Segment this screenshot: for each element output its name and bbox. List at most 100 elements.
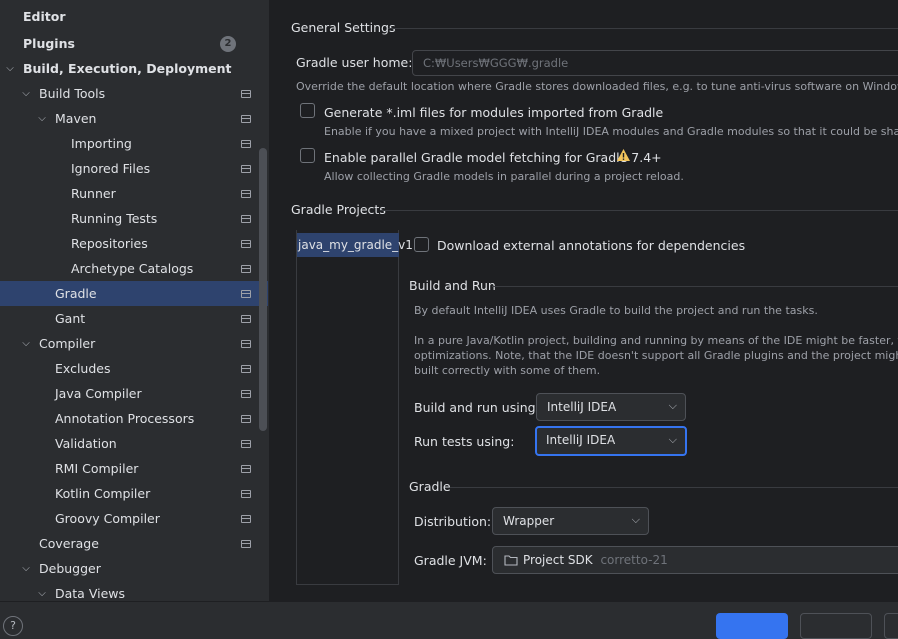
- chevron-down-icon[interactable]: ⌵: [20, 88, 32, 100]
- project-level-icon: [241, 439, 251, 448]
- project-level-icon: [241, 364, 251, 373]
- chevron-down-icon: ⌵: [631, 513, 640, 526]
- sidebar-item-annotation-processors[interactable]: Annotation Processors: [0, 406, 268, 431]
- parallel-fetching-checkbox[interactable]: [300, 148, 315, 163]
- sidebar-item-label: RMI Compiler: [55, 461, 139, 476]
- build-run-using-select[interactable]: IntelliJ IDEA ⌵: [536, 393, 686, 421]
- sidebar-item-ignored-files[interactable]: Ignored Files: [0, 156, 268, 181]
- section-divider: [380, 210, 898, 211]
- project-level-icon: [241, 139, 251, 148]
- sidebar-item-label: Excludes: [55, 361, 111, 376]
- sidebar-item-groovy-compiler[interactable]: Groovy Compiler: [0, 506, 268, 531]
- folder-icon: [504, 555, 518, 566]
- sidebar-item-repositories[interactable]: Repositories: [0, 231, 268, 256]
- sidebar-item-excludes[interactable]: Excludes: [0, 356, 268, 381]
- build-run-using-label: Build and run using:: [414, 400, 540, 415]
- gradle-user-home-hint: Override the default location where Grad…: [296, 80, 898, 93]
- sidebar-item-build-execution-deployment[interactable]: ⌵ Build, Execution, Deployment: [0, 56, 268, 81]
- section-divider: [450, 487, 898, 488]
- gradle-section-title: Gradle: [409, 479, 451, 494]
- distribution-value: Wrapper: [503, 514, 555, 528]
- sidebar-item-maven[interactable]: ⌵ Maven: [0, 106, 268, 131]
- sidebar-item-editor[interactable]: Editor: [0, 4, 268, 29]
- project-level-icon: [241, 164, 251, 173]
- project-level-icon: [241, 514, 251, 523]
- sidebar-item-data-views[interactable]: ⌵ Data Views: [0, 581, 268, 601]
- sidebar-item-label: Runner: [71, 186, 116, 201]
- project-level-icon: [241, 539, 251, 548]
- gradle-jvm-value: Project SDK: [523, 553, 593, 567]
- settings-content: General Settings Gradle user home: C:₩Us…: [270, 0, 898, 601]
- chevron-down-icon[interactable]: ⌵: [36, 113, 48, 125]
- chevron-down-icon[interactable]: ⌵: [20, 338, 32, 350]
- sidebar-item-label: Archetype Catalogs: [71, 261, 194, 276]
- sidebar-item-label: Plugins: [23, 36, 75, 51]
- sidebar-item-label: Build, Execution, Deployment: [23, 61, 232, 76]
- sidebar-item-label: Editor: [23, 9, 66, 24]
- dialog-button-bar: ?: [0, 601, 898, 639]
- sidebar-item-rmi-compiler[interactable]: RMI Compiler: [0, 456, 268, 481]
- chevron-down-icon[interactable]: ⌵: [36, 588, 48, 600]
- chevron-down-icon[interactable]: ⌵: [20, 563, 32, 575]
- apply-button[interactable]: [884, 613, 898, 639]
- project-level-icon: [241, 414, 251, 423]
- generate-iml-label: Generate *.iml files for modules importe…: [324, 105, 664, 120]
- generate-iml-hint: Enable if you have a mixed project with …: [324, 125, 898, 138]
- sidebar-item-running-tests[interactable]: Running Tests: [0, 206, 268, 231]
- sidebar-item-build-tools[interactable]: ⌵ Build Tools: [0, 81, 268, 106]
- project-level-icon: [241, 389, 251, 398]
- sidebar-item-label: Compiler: [39, 336, 96, 351]
- sidebar-item-label: Gradle: [55, 286, 97, 301]
- sidebar-item-validation[interactable]: Validation: [0, 431, 268, 456]
- help-button[interactable]: ?: [3, 616, 23, 636]
- project-level-icon: [241, 314, 251, 323]
- ok-button[interactable]: [716, 613, 788, 639]
- chevron-down-icon[interactable]: ⌵: [4, 63, 16, 75]
- download-annotations-label: Download external annotations for depend…: [437, 238, 746, 253]
- gradle-project-item[interactable]: java_my_gradle_v1: [297, 233, 413, 257]
- sidebar-item-runner[interactable]: Runner: [0, 181, 268, 206]
- gradle-jvm-select[interactable]: Project SDK corretto-21: [492, 546, 898, 574]
- sidebar-item-label: Validation: [55, 436, 117, 451]
- sidebar-item-coverage[interactable]: Coverage: [0, 531, 268, 556]
- project-level-icon: [241, 189, 251, 198]
- sidebar-item-java-compiler[interactable]: Java Compiler: [0, 381, 268, 406]
- project-level-icon: [241, 289, 251, 298]
- project-level-icon: [241, 339, 251, 348]
- sidebar-item-plugins[interactable]: Plugins 2: [0, 31, 268, 56]
- sidebar-item-label: Gant: [55, 311, 86, 326]
- project-level-icon: [241, 264, 251, 273]
- gradle-jvm-label: Gradle JVM:: [414, 553, 487, 568]
- build-run-note-line: In a pure Java/Kotlin project, building …: [414, 334, 898, 347]
- sidebar-item-importing[interactable]: Importing: [0, 131, 268, 156]
- sidebar-item-label: Kotlin Compiler: [55, 486, 151, 501]
- run-tests-using-label: Run tests using:: [414, 434, 515, 449]
- sidebar-item-label: Build Tools: [39, 86, 106, 101]
- section-divider: [388, 28, 898, 29]
- settings-sidebar: Editor Plugins 2 ⌵ Build, Execution, Dep…: [0, 0, 270, 601]
- section-divider: [492, 286, 898, 287]
- cancel-button[interactable]: [800, 613, 872, 639]
- build-run-using-value: IntelliJ IDEA: [547, 400, 617, 414]
- distribution-select[interactable]: Wrapper ⌵: [492, 507, 649, 535]
- sidebar-item-compiler[interactable]: ⌵ Compiler: [0, 331, 268, 356]
- build-run-note-line: built correctly with some of them.: [414, 364, 601, 377]
- build-run-description: By default IntelliJ IDEA uses Gradle to …: [414, 304, 818, 317]
- gradle-user-home-label: Gradle user home:: [296, 55, 413, 70]
- gradle-user-home-input[interactable]: C:₩Users₩GGG₩.gradle: [412, 50, 898, 76]
- sidebar-scrollbar[interactable]: [259, 148, 267, 431]
- sidebar-item-gradle[interactable]: Gradle: [0, 281, 268, 306]
- sidebar-item-debugger[interactable]: ⌵ Debugger: [0, 556, 268, 581]
- project-level-icon: [241, 239, 251, 248]
- run-tests-using-select[interactable]: IntelliJ IDEA ⌵: [535, 426, 687, 456]
- build-and-run-title: Build and Run: [409, 278, 496, 293]
- sidebar-item-gant[interactable]: Gant: [0, 306, 268, 331]
- gradle-projects-list: [296, 230, 399, 585]
- sidebar-item-archetype-catalogs[interactable]: Archetype Catalogs: [0, 256, 268, 281]
- download-annotations-checkbox[interactable]: [414, 237, 429, 252]
- sidebar-item-kotlin-compiler[interactable]: Kotlin Compiler: [0, 481, 268, 506]
- generate-iml-checkbox[interactable]: [300, 103, 315, 118]
- project-level-icon: [241, 464, 251, 473]
- sidebar-item-label: Repositories: [71, 236, 148, 251]
- gradle-jvm-detail: corretto-21: [600, 553, 668, 567]
